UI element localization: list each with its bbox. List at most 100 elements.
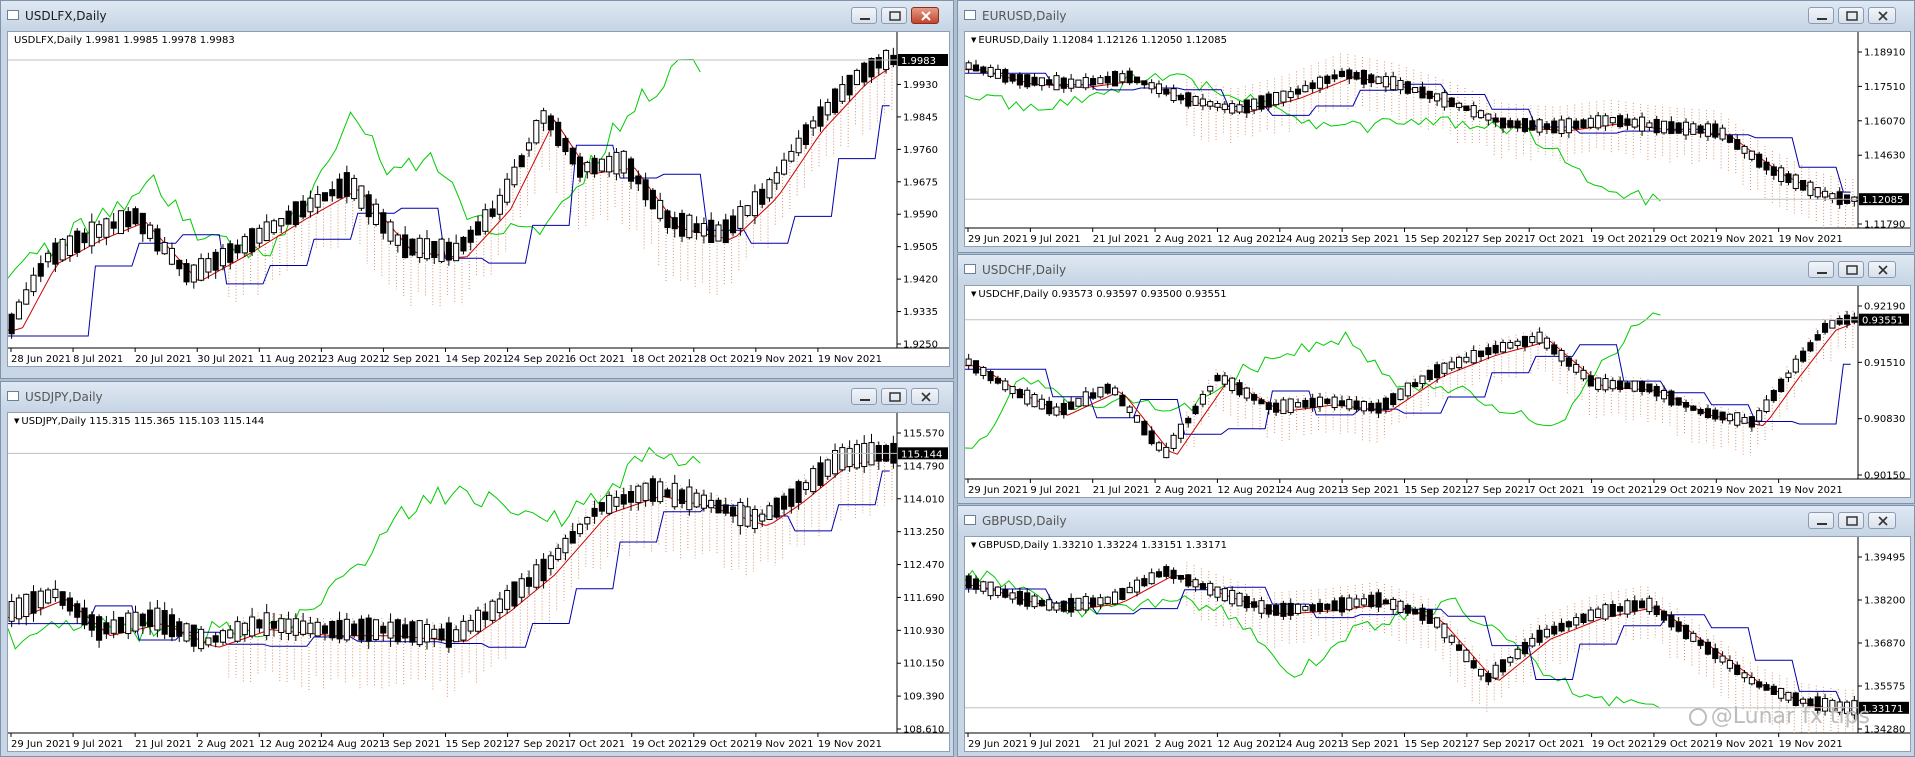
price-chart-area[interactable]: 1.12085 1.18910 1.17510 1.16070 1.14630 1.117… [964, 31, 1911, 247]
bullish-candle [1529, 336, 1536, 343]
bullish-candle [1477, 110, 1485, 119]
bullish-candle [613, 496, 620, 507]
bullish-candle [700, 223, 707, 237]
bearish-candle [1192, 405, 1199, 415]
bullish-candle [278, 218, 285, 227]
bearish-candle [1111, 71, 1119, 87]
bearish-candle [1821, 323, 1829, 333]
bearish-candle [569, 530, 576, 544]
time-tick-label: 9 Jul 2021 [1030, 739, 1080, 750]
bearish-candle [1463, 105, 1470, 112]
gbpusd-chart-window[interactable]: GBPUSD,Daily 1.33171 1.39495 1.38200 1.3687… [957, 505, 1915, 757]
close-button[interactable] [1868, 7, 1896, 24]
bullish-candle [1587, 609, 1594, 622]
window-titlebar[interactable]: USDJPY,Daily [1, 382, 953, 412]
bearish-candle [1258, 95, 1265, 110]
chart-window-icon [7, 10, 19, 20]
time-tick-label: 7 Oct 2021 [1529, 485, 1584, 496]
eurusd-chart-window[interactable]: EURUSD,Daily 1.12085 1.18910 1.17510 1.1607… [957, 0, 1915, 253]
time-tick-label: 19 Oct 2021 [1592, 485, 1654, 496]
close-button[interactable] [911, 7, 939, 24]
collapse-arrow-icon[interactable]: ▼ [971, 541, 976, 549]
bullish-candle [467, 619, 474, 632]
bullish-candle [161, 242, 168, 255]
bearish-candle [832, 88, 839, 114]
bearish-candle [1587, 375, 1594, 387]
price-chart-area[interactable]: 1.33171 1.39495 1.38200 1.36870 1.35575 1.342… [964, 536, 1911, 752]
chart-window-icon [964, 10, 976, 20]
time-tick-label: 14 Sep 2021 [446, 354, 509, 365]
current-price-label: 0.93551 [1862, 316, 1903, 327]
window-titlebar[interactable]: USDLFX,Daily [1, 1, 953, 31]
bearish-candle [1265, 93, 1272, 108]
bearish-candle [1609, 603, 1616, 617]
price-chart-area[interactable]: 1.9983 1.9930 1.9845 1.9760 1.9675 1.9590 1.95… [7, 31, 950, 367]
bearish-candle [96, 616, 103, 641]
bullish-candle [504, 178, 511, 203]
bearish-candle [1734, 664, 1741, 675]
bearish-candle [1712, 648, 1719, 660]
minimize-button[interactable] [1808, 7, 1834, 24]
bullish-candle [1111, 591, 1119, 605]
bullish-candle [1543, 628, 1550, 638]
usdchf-chart-window[interactable]: USDCHF,Daily 0.93551 0.92190 0.91510 0.9083… [957, 254, 1915, 504]
bullish-candle [635, 485, 642, 504]
bearish-candle [1060, 600, 1067, 612]
time-tick-label: 19 Oct 2021 [1592, 234, 1654, 245]
bullish-candle [1434, 617, 1441, 628]
bearish-candle [329, 620, 336, 639]
bearish-candle [972, 360, 980, 374]
symbol-info-line: ▼ EURUSD,Daily 1.12084 1.12126 1.12050 1.… [971, 35, 1227, 46]
bearish-candle [708, 219, 715, 243]
bullish-candle [744, 205, 751, 217]
usdjpy-chart-window[interactable]: USDJPY,Daily 115.144 115.570 114.790 114.01… [0, 381, 954, 757]
window-titlebar[interactable]: EURUSD,Daily [958, 1, 1914, 31]
collapse-arrow-icon[interactable]: ▼ [14, 417, 19, 425]
bearish-candle [1697, 125, 1704, 134]
collapse-arrow-icon[interactable]: ▼ [971, 36, 976, 44]
bearish-candle [1046, 400, 1053, 415]
close-button[interactable] [911, 388, 939, 405]
bearish-candle [1477, 350, 1485, 357]
bullish-candle [1573, 617, 1580, 626]
bearish-candle [132, 208, 139, 225]
window-titlebar[interactable]: USDCHF,Daily [958, 255, 1914, 285]
maximize-button[interactable] [881, 388, 907, 405]
minimize-button[interactable] [851, 388, 877, 405]
time-tick-label: 21 Jul 2021 [1093, 234, 1150, 245]
bearish-candle [1697, 639, 1704, 646]
price-chart-area[interactable]: 115.144 115.570 114.790 114.010 113.250 112.4… [7, 412, 950, 752]
time-tick-label: 24 Aug 2021 [321, 739, 385, 750]
collapse-arrow-icon[interactable]: ▼ [971, 290, 976, 298]
minimize-button[interactable] [851, 7, 877, 24]
usdlfx-chart-window[interactable]: USDLFX,Daily 1.9983 1.9930 1.9845 1.9760 1.9… [0, 0, 954, 379]
minimize-button[interactable] [1808, 261, 1834, 278]
bullish-candle [547, 555, 554, 570]
maximize-button[interactable] [881, 7, 907, 24]
bearish-candle [1668, 121, 1675, 134]
bearish-candle [1090, 392, 1097, 399]
bearish-candle [620, 494, 627, 505]
bearish-candle [1485, 347, 1492, 356]
close-button[interactable] [1868, 261, 1896, 278]
window-titlebar[interactable]: GBPUSD,Daily [958, 506, 1914, 536]
bearish-candle [1646, 383, 1653, 393]
bullish-candle [1558, 349, 1565, 362]
bullish-candle [416, 620, 423, 646]
bearish-candle [664, 489, 671, 498]
bullish-candle [1397, 79, 1404, 91]
bullish-candle [117, 210, 124, 235]
time-tick-label: 9 Nov 2021 [756, 739, 814, 750]
maximize-button[interactable] [1838, 7, 1864, 24]
close-button[interactable] [1868, 512, 1896, 529]
bullish-candle [30, 274, 37, 293]
bullish-candle [300, 620, 307, 635]
maximize-button[interactable] [1838, 512, 1864, 529]
bearish-candle [74, 603, 81, 618]
bearish-candle [1119, 588, 1126, 600]
price-chart-area[interactable]: 0.93551 0.92190 0.91510 0.90830 0.90150 29 Ju… [964, 285, 1911, 498]
minimize-button[interactable] [1808, 512, 1834, 529]
maximize-button[interactable] [1838, 261, 1864, 278]
bullish-candle [482, 209, 489, 232]
time-tick-label: 21 Jul 2021 [1093, 739, 1150, 750]
